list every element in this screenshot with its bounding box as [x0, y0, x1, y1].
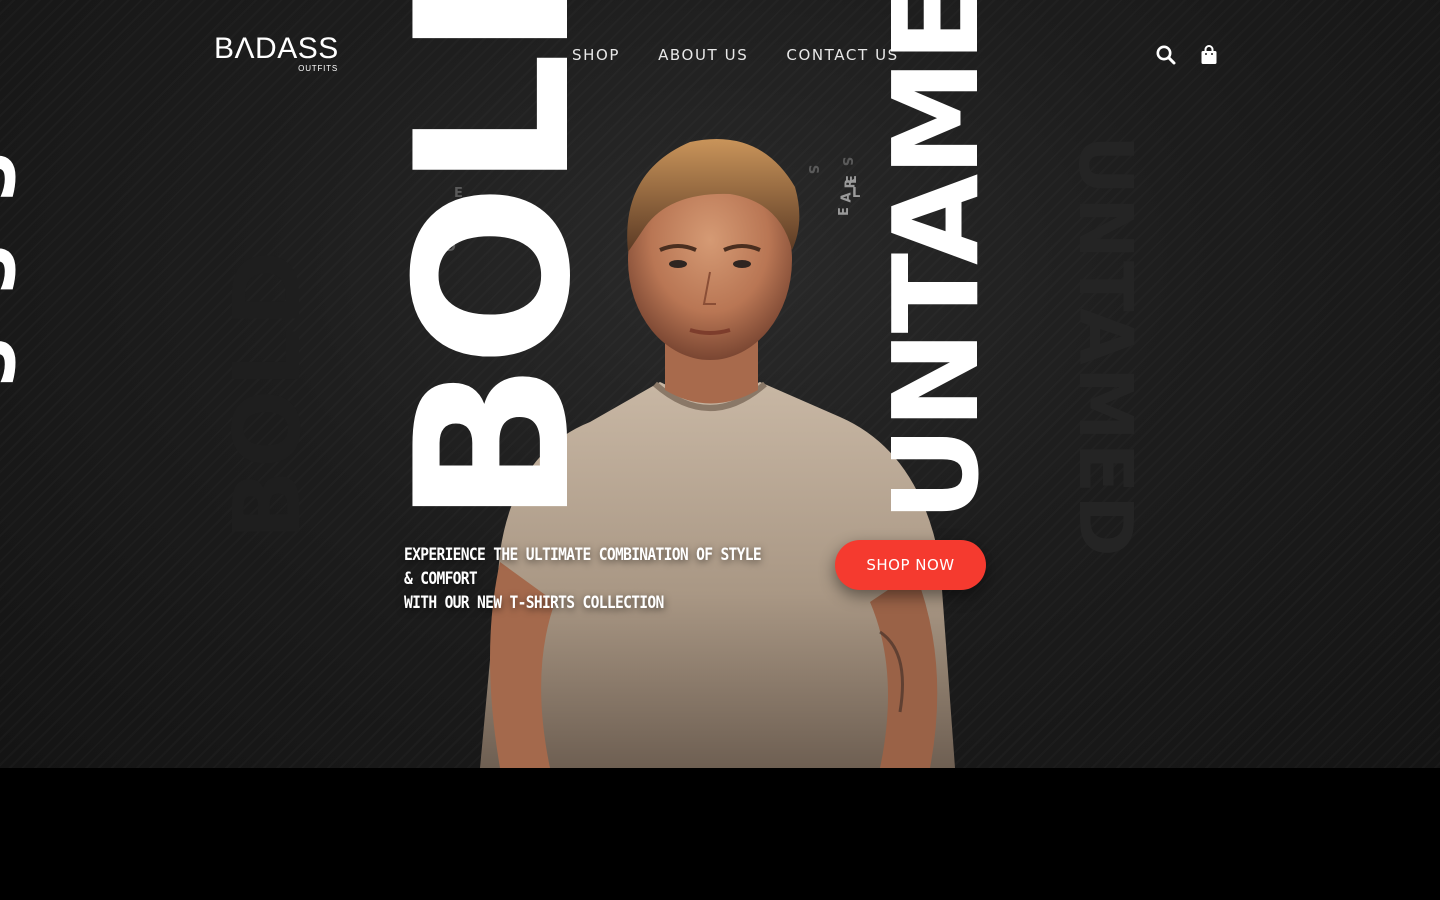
edge-text: SSS — [0, 150, 28, 432]
main-nav: SHOP ABOUT US CONTACT US — [572, 45, 899, 65]
shop-now-button[interactable]: SHOP NOW — [835, 540, 986, 590]
scatter-letter: E — [844, 175, 860, 184]
headline-bold: BOLD — [370, 0, 617, 527]
nav-about-us[interactable]: ABOUT US — [658, 45, 748, 65]
search-icon[interactable] — [1155, 44, 1177, 66]
hero-section: BOLD UNTAMED SSS BΛDASS OUTFITS SHOP ABO… — [0, 0, 1440, 768]
logo-wordmark: BΛDASS — [214, 32, 339, 65]
headline-untamed: UNTAMED — [867, 0, 1005, 522]
brand-logo[interactable]: BΛDASS OUTFITS — [214, 34, 340, 76]
page-footer-area — [0, 768, 1440, 900]
tagline-line-1: EXPERIENCE THE ULTIMATE COMBINATION OF S… — [404, 545, 762, 589]
scatter-letter: E — [836, 207, 852, 216]
scatter-letter: S — [805, 164, 821, 175]
scatter-letter: S — [839, 156, 855, 167]
logo-subtitle: OUTFITS — [298, 64, 338, 73]
hero-tagline: EXPERIENCE THE ULTIMATE COMBINATION OF S… — [404, 543, 765, 615]
shopping-bag-icon[interactable] — [1198, 44, 1220, 66]
ghost-word-left: BOLD — [214, 248, 321, 540]
scatter-letter: L — [852, 186, 861, 201]
ghost-word-right: UNTAMED — [1062, 135, 1148, 559]
tagline-line-2: WITH OUR NEW T-SHIRTS COLLECTION — [404, 593, 664, 613]
